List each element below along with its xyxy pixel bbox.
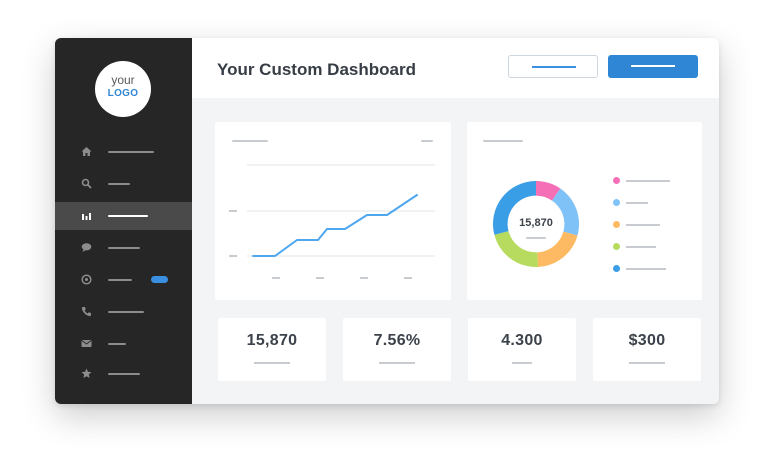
sidebar-item-messages[interactable] [55,234,192,262]
legend-label-placeholder [626,224,660,226]
legend-dot [613,265,620,272]
donut-center-label-placeholder [526,237,546,239]
legend-dot [613,199,620,206]
phone-icon [81,307,91,317]
sidebar-item-label [108,215,148,217]
sidebar-item-home[interactable] [55,138,192,166]
chat-bubble-icon [81,243,92,252]
sidebar-item-mail[interactable] [55,330,192,358]
button-label-placeholder [532,66,576,68]
button-label-placeholder [631,65,675,67]
sidebar-item-label [108,183,130,185]
header: Your Custom Dashboard [192,38,719,98]
x-tick-placeholder [360,277,368,279]
bar-chart-icon [82,213,91,220]
settings-icon [81,274,92,285]
page-title: Your Custom Dashboard [217,60,416,79]
stat-label-placeholder [512,362,532,364]
x-tick-placeholder [404,277,412,279]
logo-text-line1: your [111,73,135,87]
sidebar-item-label [108,343,126,345]
legend-dot [613,221,620,228]
legend-dot [613,243,620,250]
legend-label-placeholder [626,268,666,270]
stat-value: 15,870 [246,332,298,349]
x-tick-placeholder [316,277,324,279]
sidebar-item-analytics[interactable] [55,202,192,230]
sidebar: your LOGO [55,38,192,404]
legend-label-placeholder [626,180,670,182]
sidebar-item-label [108,247,140,249]
trend-line [252,194,418,257]
x-tick-placeholder [272,277,280,279]
legend-label-placeholder [626,246,656,248]
sidebar-item-label [108,279,132,281]
star-icon [81,368,92,378]
stat-value: 7.56% [373,332,421,349]
donut-center-value: 15,870 [519,217,553,229]
sidebar-item-settings[interactable] [55,266,192,294]
donut-chart-card: 15,870 [467,122,702,300]
y-tick-placeholder [229,210,237,212]
donut-chart [492,180,580,267]
stat-value: 4.300 [501,332,543,349]
primary-button[interactable] [608,55,698,78]
sidebar-item-phone[interactable] [55,298,192,326]
logo[interactable]: your LOGO [95,61,151,117]
line-chart [229,164,435,279]
stat-card: 15,870 [218,318,326,381]
sidebar-item-search[interactable] [55,170,192,198]
legend-dot [613,177,620,184]
stat-label-placeholder [629,362,665,364]
line-chart-card [215,122,451,300]
stat-card: 7.56% [343,318,451,381]
stat-label-placeholder [379,362,415,364]
mail-icon [81,340,92,347]
dashboard-window: your LOGO Your Custom Dashboard 15,870 1… [55,38,719,404]
stat-label-placeholder [254,362,290,364]
logo-text-line2: LOGO [107,88,139,99]
sidebar-item-label [108,311,144,313]
secondary-button[interactable] [508,55,598,78]
stat-value: $300 [628,332,666,349]
sidebar-item-favorites[interactable] [55,360,192,388]
stat-card: 4.300 [468,318,576,381]
y-tick-placeholder [229,255,237,257]
stat-card: $300 [593,318,701,381]
sidebar-item-label [108,151,154,153]
sidebar-item-label [108,373,140,375]
search-icon [81,178,92,189]
legend-label-placeholder [626,202,648,204]
home-icon [81,147,92,156]
notification-badge [151,276,168,283]
